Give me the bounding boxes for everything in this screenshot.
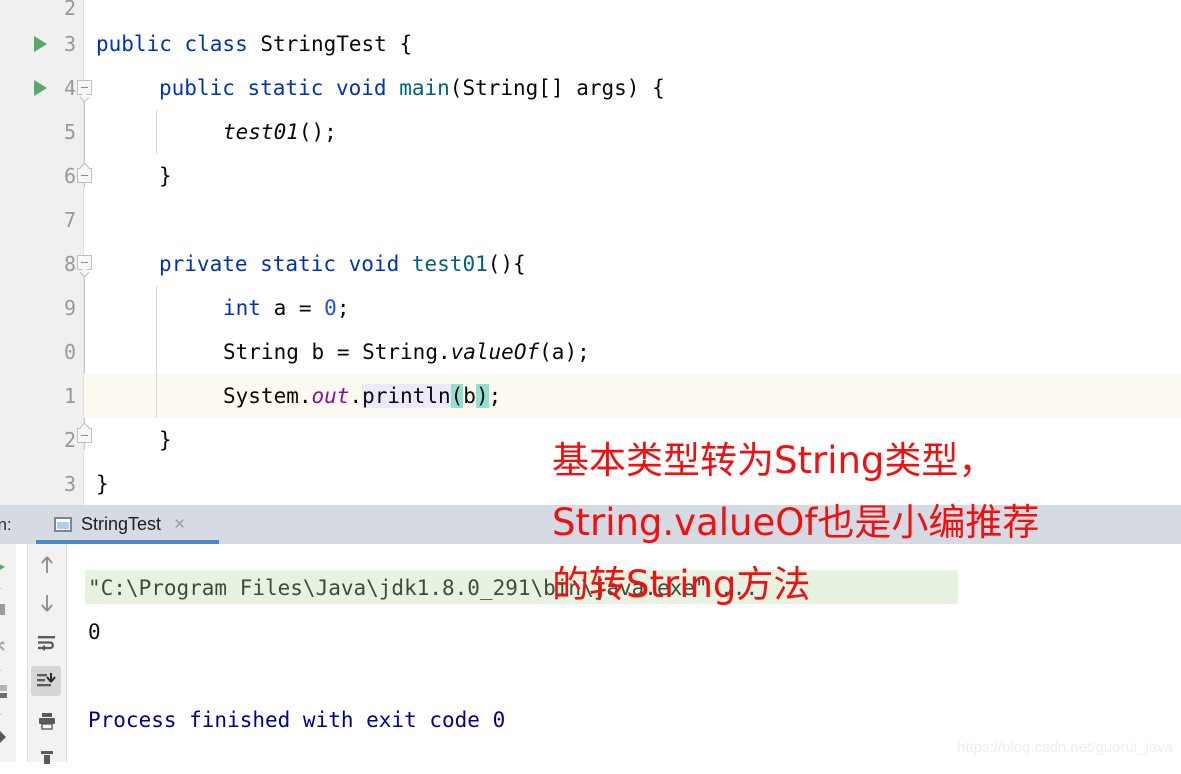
code-line[interactable]: 4 public static void main(String[] args)… (64, 66, 1181, 110)
clear-all-button[interactable] (32, 744, 62, 774)
code-line-current[interactable]: 1 System.out.println(b); (64, 374, 1181, 418)
code-text-line10: String b = String.valueOf(a); (223, 340, 590, 364)
tab-stringtest[interactable]: StringTest × (46, 505, 193, 544)
line-number: 7 (63, 208, 76, 232)
var-a-token: a (273, 296, 287, 320)
tab-label: StringTest (81, 514, 162, 534)
soft-wrap-button[interactable] (32, 628, 62, 658)
code-text-line12: } (159, 428, 172, 452)
line-number: 2 (63, 428, 76, 452)
up-arrow-icon (41, 556, 53, 573)
code-text-line5: test01(); (223, 120, 337, 144)
line-number: 9 (63, 296, 76, 320)
code-text-line13: } (96, 472, 109, 496)
pin-button[interactable] (0, 722, 14, 752)
code-line[interactable]: 9 int a = 0; (64, 286, 1181, 330)
code-text-line9: int a = 0; (223, 296, 350, 320)
rerun-icon (0, 564, 5, 570)
code-lines[interactable]: 2 3 public class StringTest { 4 public s… (64, 0, 1181, 505)
code-text-line6: } (159, 164, 172, 188)
console-exit-line: Process finished with exit code 0 (88, 708, 506, 732)
annotation-line-2: String.valueOf也是小编推荐 (552, 501, 1040, 544)
indent-guide (156, 110, 157, 154)
print-button[interactable] (32, 706, 62, 736)
line-number: 3 (63, 32, 76, 56)
arg-a-token: a (551, 340, 565, 364)
restart-button[interactable] (0, 632, 14, 662)
code-text-line3: public class StringTest { (96, 32, 413, 56)
restart-icon (0, 641, 5, 651)
code-text-line8: private static void test01(){ (159, 252, 526, 276)
annotation-line-3: 的转String方法 (552, 563, 811, 606)
code-editor[interactable]: 2 3 public class StringTest { 4 public s… (0, 0, 1181, 505)
next-occurrence-button[interactable] (32, 588, 62, 618)
annotation-line-1: 基本类型转为String类型， (552, 439, 996, 482)
code-line[interactable]: 6 } (64, 154, 1181, 198)
line-number: 3 (63, 472, 76, 496)
scroll-to-end-button[interactable] (31, 666, 61, 696)
line-number: 4 (63, 76, 76, 100)
soft-wrap-icon (38, 636, 55, 651)
rerun-button[interactable] (0, 552, 14, 582)
line-number: 5 (63, 120, 76, 144)
toolbar-separator (0, 588, 2, 589)
code-line[interactable]: 8 private static void test01(){ (64, 242, 1181, 286)
stop-button[interactable] (0, 594, 14, 624)
line-number: 0 (63, 340, 76, 364)
code-line[interactable]: 0 String b = String.valueOf(a); (64, 330, 1181, 374)
toolbar-separator (0, 714, 2, 715)
close-icon[interactable]: × (174, 515, 185, 534)
run-actions-toolbar[interactable] (0, 544, 16, 762)
class-name-token: StringTest (260, 32, 387, 56)
console-actions-toolbar[interactable] (28, 544, 66, 764)
console-program-output: 0 (88, 620, 101, 644)
test01-decl-token: test01 (411, 252, 488, 276)
line-number: 8 (63, 252, 76, 276)
arg-b-token: b (463, 384, 476, 408)
pin-icon (0, 731, 6, 743)
down-arrow-icon (41, 595, 53, 612)
line-number: 1 (63, 384, 76, 408)
indent-guide (156, 286, 157, 418)
clear-all-icon (41, 751, 53, 764)
code-text-line11: System.out.println(b); (223, 384, 502, 408)
main-method-token: main (399, 76, 450, 100)
run-window-label: un: (0, 515, 12, 534)
test01-call-token: test01 (223, 120, 299, 144)
code-text-line4: public static void main(String[] args) { (159, 76, 665, 100)
literal-zero-token: 0 (324, 296, 337, 320)
code-line[interactable]: 7 (64, 198, 1181, 242)
code-line[interactable]: 3 public class StringTest { (64, 22, 1181, 66)
prev-occurrence-button[interactable] (32, 550, 62, 580)
code-line[interactable]: 5 test01(); (64, 110, 1181, 154)
layout-button[interactable] (0, 676, 14, 706)
line-number: 6 (63, 164, 76, 188)
print-icon (39, 713, 55, 730)
scroll-to-end-icon (37, 673, 56, 687)
layout-icon (0, 684, 7, 698)
toolbar-separator (0, 670, 2, 671)
var-b-token: b (311, 340, 325, 364)
console-icon (54, 517, 72, 532)
stop-icon (0, 603, 5, 615)
watermark: https://blog.csdn.net/guorui_java (957, 739, 1173, 756)
